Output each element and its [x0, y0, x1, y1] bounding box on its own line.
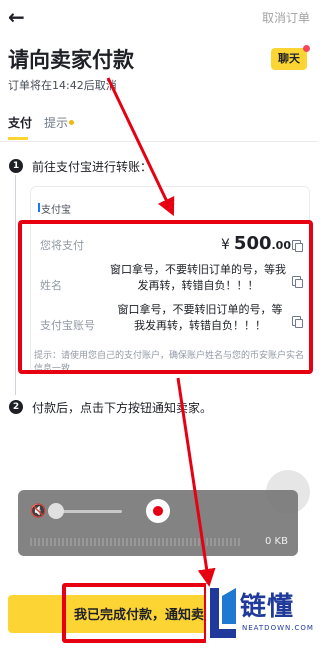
recording-size: 0 KB — [265, 536, 288, 547]
payment-method-label: 支付宝 — [41, 205, 71, 216]
method-accent-bar — [38, 203, 40, 212]
step-2-number: 2 — [9, 400, 23, 414]
active-tab-indicator — [8, 137, 28, 140]
volume-slider[interactable] — [54, 510, 122, 513]
waveform — [30, 538, 240, 546]
page-title: 请向卖家付款 — [8, 48, 134, 72]
step-2-text: 付款后，点击下方按钮通知卖家。 — [32, 401, 213, 415]
notification-dot — [303, 45, 310, 52]
cancel-order-button[interactable]: 取消订单 — [262, 9, 310, 26]
top-bar: ← 取消订单 — [0, 0, 318, 34]
record-button[interactable] — [146, 499, 170, 523]
watermark: 链懂 NEATDOWN.COM — [206, 584, 318, 648]
tab-tips[interactable]: 提示 — [44, 114, 68, 131]
tab-badge-dot — [69, 120, 74, 125]
chat-label: 聊天 — [278, 52, 300, 65]
countdown-text: 订单将在14:42后取消 — [8, 79, 117, 92]
screen-recorder-overlay: 🔇 0 KB — [18, 490, 298, 556]
step-1-text: 前往支付宝进行转账： — [32, 160, 153, 174]
tab-pay[interactable]: 支付 — [8, 114, 32, 131]
back-arrow-icon[interactable]: ← — [8, 5, 25, 29]
tab-bar: 支付 提示 — [0, 112, 318, 142]
annotation-button-box — [62, 583, 208, 643]
annotation-highlight-box — [18, 220, 313, 374]
volume-knob[interactable] — [48, 503, 64, 519]
mute-icon[interactable]: 🔇 — [30, 504, 46, 519]
step-connector — [15, 175, 16, 395]
watermark-subtext: NEATDOWN.COM — [242, 624, 314, 632]
step-1-number: 1 — [9, 159, 23, 173]
chat-button[interactable]: 聊天 — [271, 45, 310, 70]
watermark-logo-icon — [210, 588, 236, 638]
watermark-text: 链懂 — [240, 592, 295, 622]
